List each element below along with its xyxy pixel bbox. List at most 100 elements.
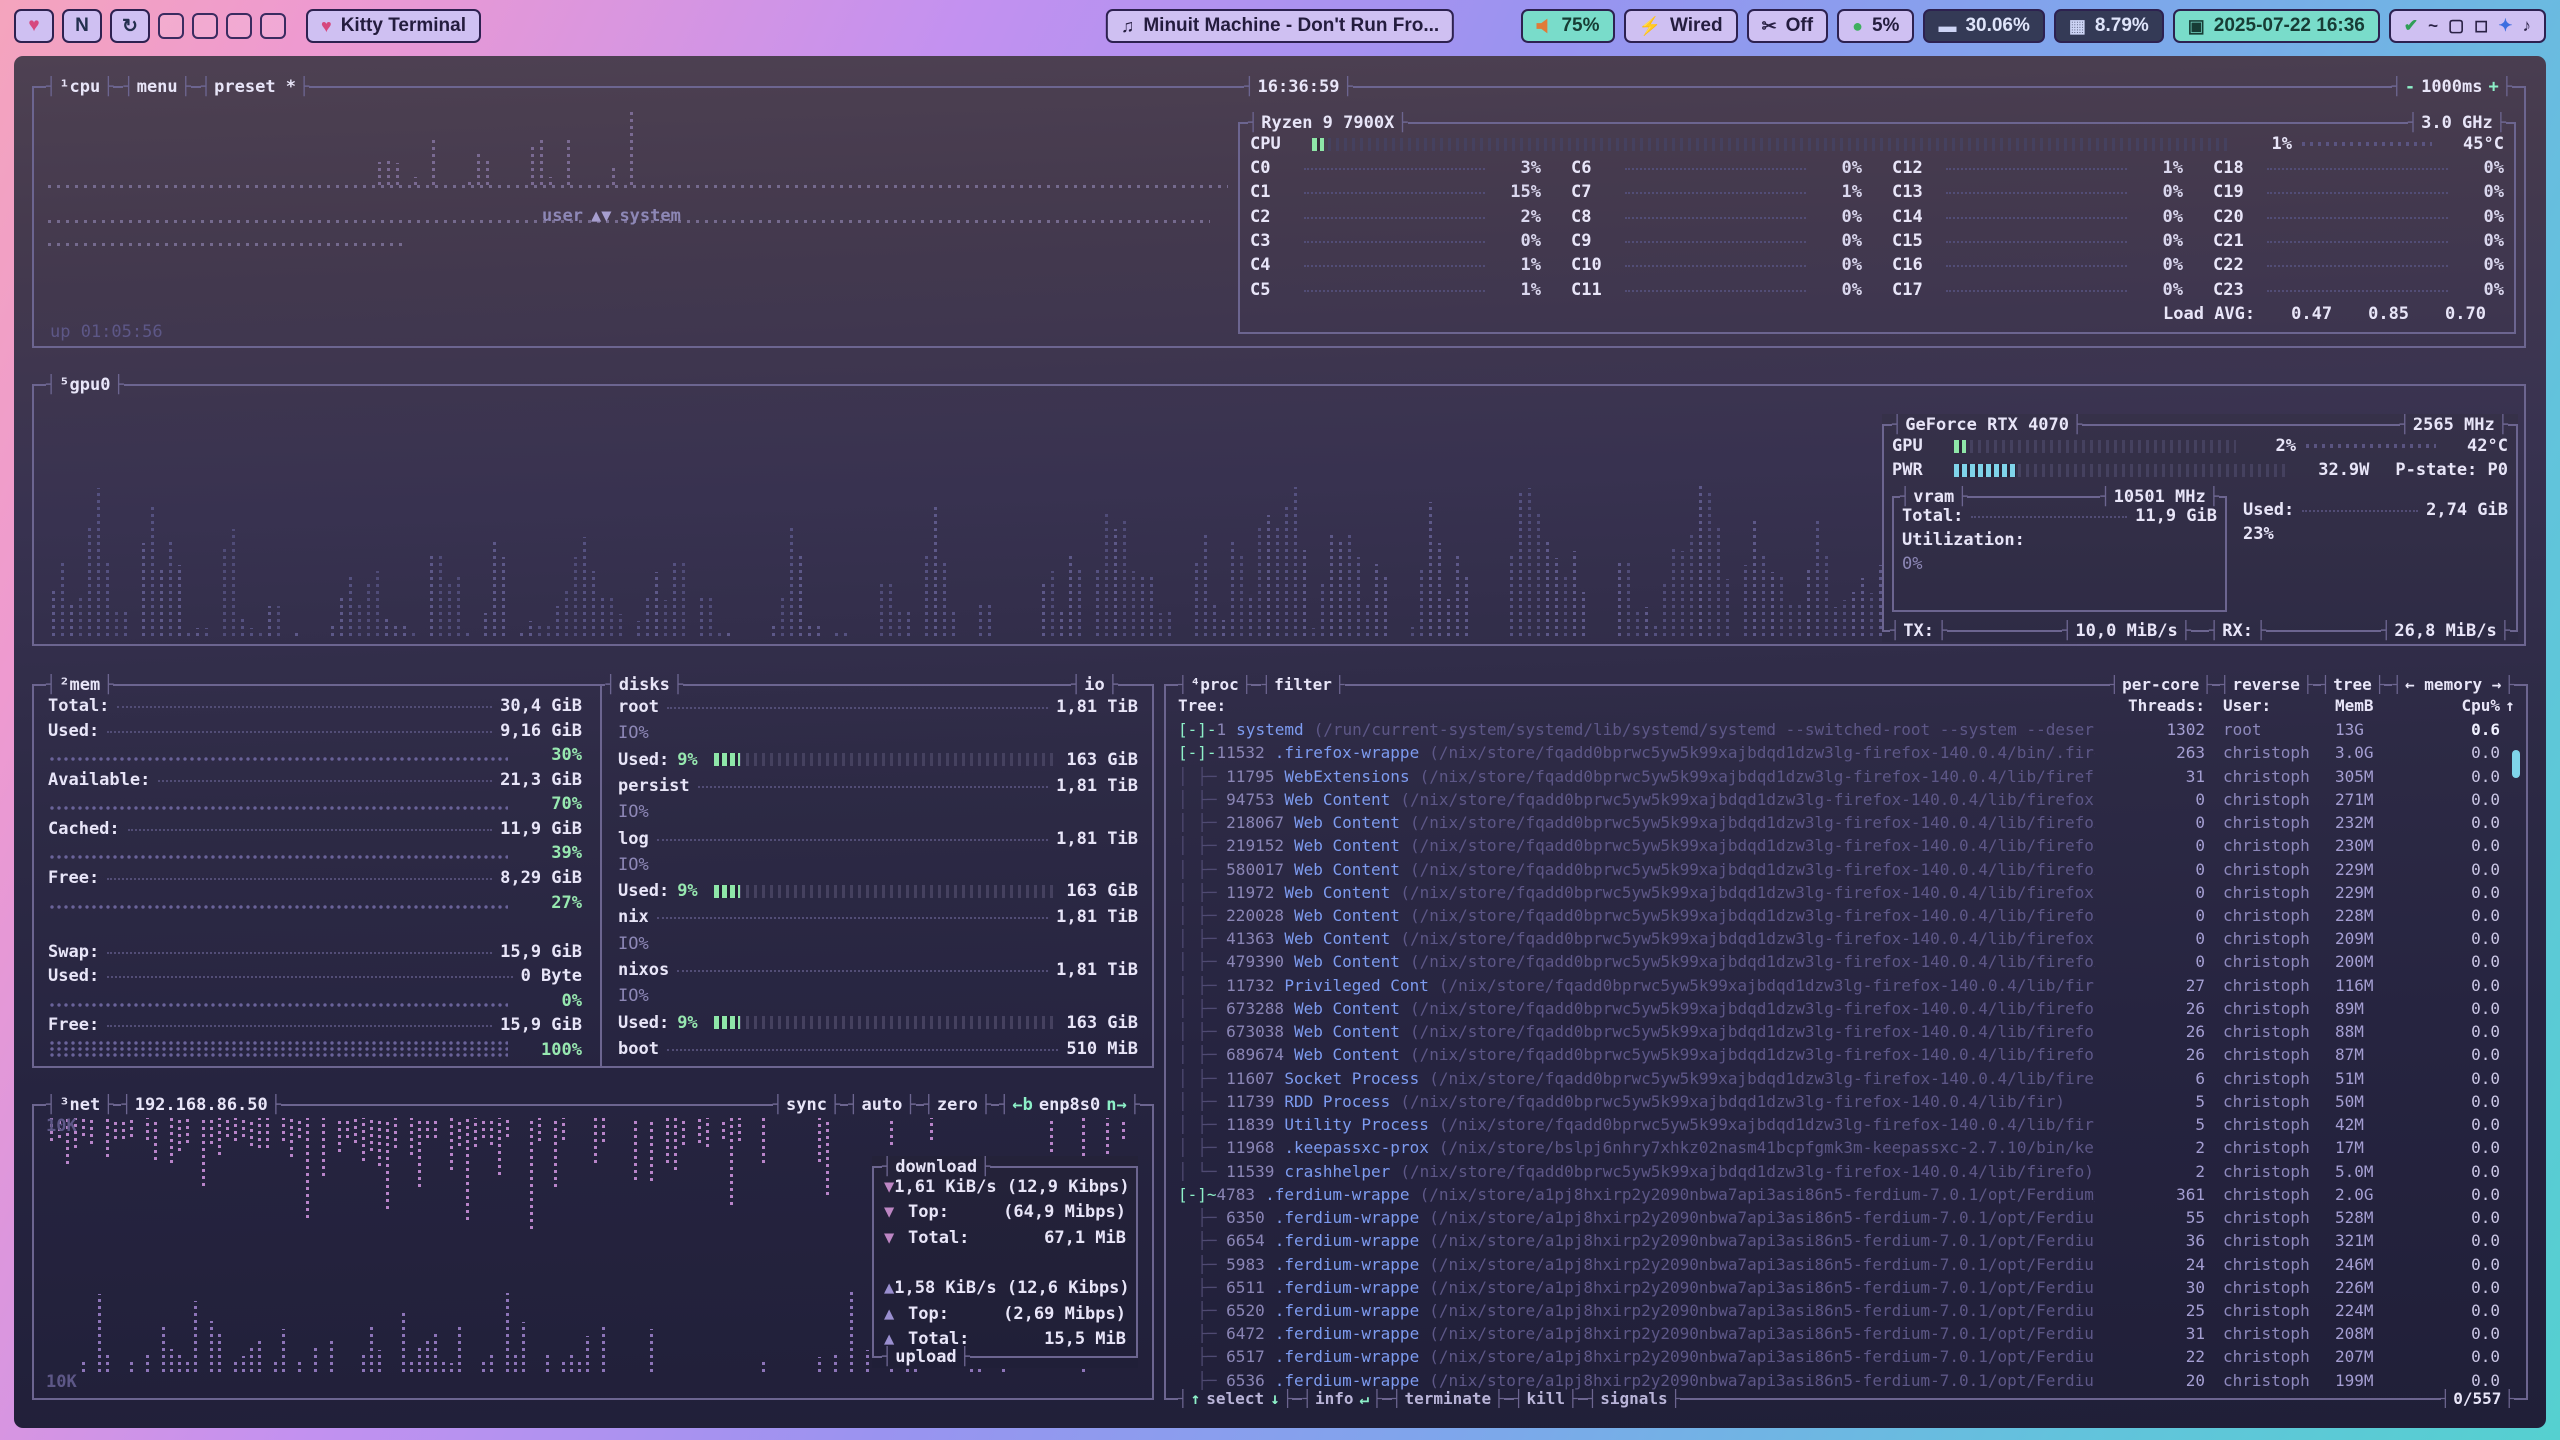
net-auto-button[interactable]: ┤auto├ xyxy=(848,1094,915,1116)
process-row[interactable]: [-]-11532.firefox-wrappe(/nix/store/fqad… xyxy=(1178,741,2520,764)
process-cmd: (/nix/store/a1pj8hxirp2y2090nbwa7api3asi… xyxy=(1420,1185,2095,1204)
process-row[interactable]: │ ├─ 11732Privileged Cont(/nix/store/fqa… xyxy=(1178,974,2520,997)
tray-icon-5[interactable]: ✦ xyxy=(2498,16,2512,36)
proc-title[interactable]: ┤⁴proc├ xyxy=(1178,674,1251,696)
network-pill[interactable]: ⚡Wired xyxy=(1624,9,1738,43)
sort-column-selector[interactable]: ┤← memory →├ xyxy=(2392,674,2514,696)
process-row[interactable]: │ ├─ 219152Web Content(/nix/store/fqadd0… xyxy=(1178,834,2520,857)
kill-button[interactable]: ┤kill├ xyxy=(1514,1388,1578,1410)
disk-usage-pill[interactable]: ▦8.79% xyxy=(2054,9,2164,43)
cpu-title[interactable]: ┤¹cpu├ xyxy=(46,76,113,98)
process-row[interactable]: │ ├─ 479390Web Content(/nix/store/fqadd0… xyxy=(1178,950,2520,973)
workspace-button-4[interactable] xyxy=(158,13,184,39)
process-cpu: 0.0 xyxy=(2430,1138,2500,1157)
preset-button[interactable]: ┤preset *├ xyxy=(201,76,309,98)
process-row[interactable]: │ ├─ 218067Web Content(/nix/store/fqadd0… xyxy=(1178,811,2520,834)
process-user: christoph xyxy=(2205,1231,2335,1250)
gpu-title[interactable]: ┤⁵gpu0├ xyxy=(46,374,124,396)
volume-pill[interactable]: 75% xyxy=(1521,9,1614,43)
cpu-load-pill[interactable]: ●5% xyxy=(1837,9,1914,43)
workspace-button-3[interactable]: ↻ xyxy=(110,9,150,43)
scroll-up-arrow[interactable]: ↑ xyxy=(2500,696,2520,715)
process-row[interactable]: │ ├─ 11968.keepassxc-prox(/nix/store/bsl… xyxy=(1178,1136,2520,1159)
process-row[interactable]: │ ├─ 11972Web Content(/nix/store/fqadd0b… xyxy=(1178,881,2520,904)
core-name: C4 xyxy=(1250,255,1296,275)
option-per-core[interactable]: ┤per-core├ xyxy=(2110,674,2212,696)
menu-button[interactable]: ┤menu├ xyxy=(123,76,190,98)
select-buttons[interactable]: ┤↑select↓├ xyxy=(1178,1388,1292,1410)
memory-usage-pill[interactable]: ▬30.06% xyxy=(1923,9,2044,43)
workspace-button-7[interactable] xyxy=(260,13,286,39)
process-row[interactable]: │ ├─ 673038Web Content(/nix/store/fqadd0… xyxy=(1178,1020,2520,1043)
core-row: C41% xyxy=(1250,253,1541,277)
tray-icon-4[interactable]: ◻ xyxy=(2474,16,2488,36)
process-pid: 4783 xyxy=(1217,1185,1256,1204)
core-column: C03%C115%C22%C30%C41%C51% xyxy=(1250,156,1541,302)
process-row[interactable]: │ ├─ 673288Web Content(/nix/store/fqadd0… xyxy=(1178,997,2520,1020)
process-row[interactable]: ├─ 6517.ferdium-wrappe(/nix/store/a1pj8h… xyxy=(1178,1345,2520,1368)
process-command-cell: [-]-1systemd(/run/current-system/systemd… xyxy=(1178,720,2095,739)
process-user: christoph xyxy=(2205,1255,2335,1274)
process-command-cell: [-]~4783.ferdium-wrappe(/nix/store/a1pj8… xyxy=(1178,1185,2095,1204)
process-row[interactable]: │ ├─ 11739RDD Process(/nix/store/fqadd0b… xyxy=(1178,1090,2520,1113)
system-tray[interactable]: ✔ ~ ▢ ◻ ✦ ♪ xyxy=(2389,9,2546,43)
process-row[interactable]: ├─ 6350.ferdium-wrappe(/nix/store/a1pj8h… xyxy=(1178,1206,2520,1229)
net-zero-button[interactable]: ┤zero├ xyxy=(924,1094,991,1116)
process-row[interactable]: │ ├─ 41363Web Content(/nix/store/fqadd0b… xyxy=(1178,927,2520,950)
terminate-button[interactable]: ┤terminate├ xyxy=(1392,1388,1504,1410)
process-row[interactable]: │ ├─ 220028Web Content(/nix/store/fqadd0… xyxy=(1178,904,2520,927)
workspace-button-6[interactable] xyxy=(226,13,252,39)
net-interface-switch[interactable]: ┤←benp8s0n→├ xyxy=(999,1094,1140,1116)
process-row[interactable]: │ ├─ 11607Socket Process(/nix/store/fqad… xyxy=(1178,1067,2520,1090)
process-row[interactable]: [-]-1systemd(/run/current-system/systemd… xyxy=(1178,718,2520,741)
filter-button[interactable]: ┤filter├ xyxy=(1261,674,1344,696)
cpu-usage-meter xyxy=(1312,138,2232,151)
net-title[interactable]: ┤³net├ xyxy=(46,1094,113,1116)
process-row[interactable]: │ ├─ 94753Web Content(/nix/store/fqadd0b… xyxy=(1178,788,2520,811)
window-button-kitty[interactable]: ♥ Kitty Terminal xyxy=(306,9,481,43)
disk-used-percent: 9% xyxy=(677,750,697,770)
interval-increase-button[interactable]: + xyxy=(2486,76,2502,98)
io-mode-button[interactable]: ┤io├ xyxy=(1071,674,1118,696)
process-row[interactable]: ├─ 6511.ferdium-wrappe(/nix/store/a1pj8h… xyxy=(1178,1276,2520,1299)
workspace-switcher: ♥N↻ xyxy=(14,9,286,43)
process-command-cell: │ ├─ 673288Web Content(/nix/store/fqadd0… xyxy=(1178,999,2095,1018)
process-user: christoph xyxy=(2205,1138,2335,1157)
mem-title[interactable]: ┤²mem├ xyxy=(46,674,113,696)
process-row[interactable]: [-]~4783.ferdium-wrappe(/nix/store/a1pj8… xyxy=(1178,1183,2520,1206)
process-row[interactable]: ├─ 6472.ferdium-wrappe(/nix/store/a1pj8h… xyxy=(1178,1322,2520,1345)
process-row[interactable]: ├─ 6520.ferdium-wrappe(/nix/store/a1pj8h… xyxy=(1178,1299,2520,1322)
media-player-button[interactable]: ♫ Minuit Machine - Don't Run Fro... xyxy=(1106,9,1454,43)
disks-title[interactable]: ┤disks├ xyxy=(605,674,683,696)
signals-button[interactable]: ┤signals├ xyxy=(1588,1388,1681,1410)
interval-decrease-button[interactable]: - xyxy=(2402,76,2418,98)
disk-name: persist xyxy=(618,776,690,796)
option-reverse[interactable]: ┤reverse├ xyxy=(2220,674,2313,696)
process-command-cell: │ ├─ 41363Web Content(/nix/store/fqadd0b… xyxy=(1178,929,2095,948)
disk-used-value: 163 GiB xyxy=(1066,750,1138,770)
tray-icon-6[interactable]: ♪ xyxy=(2523,16,2532,36)
workspace-button-5[interactable] xyxy=(192,13,218,39)
datetime-pill[interactable]: ▣2025-07-22 16:36 xyxy=(2173,9,2380,43)
process-row[interactable]: ├─ 5983.ferdium-wrappe(/nix/store/a1pj8h… xyxy=(1178,1252,2520,1275)
tray-icon-2[interactable]: ~ xyxy=(2428,16,2438,36)
net-sync-button[interactable]: ┤sync├ xyxy=(773,1094,840,1116)
process-scrollbar[interactable] xyxy=(2512,750,2520,778)
process-row[interactable]: │ ├─ 11839Utility Process(/nix/store/fqa… xyxy=(1178,1113,2520,1136)
workspace-button-2[interactable]: N xyxy=(62,9,102,43)
process-row[interactable]: │ └─ 11539crashhelper(/nix/store/fqadd0b… xyxy=(1178,1159,2520,1182)
process-row[interactable]: │ ├─ 689674Web Content(/nix/store/fqadd0… xyxy=(1178,1043,2520,1066)
process-row[interactable]: │ ├─ 580017Web Content(/nix/store/fqadd0… xyxy=(1178,857,2520,880)
process-row[interactable]: ├─ 6654.ferdium-wrappe(/nix/store/a1pj8h… xyxy=(1178,1229,2520,1252)
info-button[interactable]: ┤info↵├ xyxy=(1302,1388,1381,1410)
process-name: Privileged Cont xyxy=(1284,976,1429,995)
process-name: WebExtensions xyxy=(1284,767,1409,786)
core-graph xyxy=(2267,234,2448,243)
tray-icon-3[interactable]: ▢ xyxy=(2448,16,2464,36)
process-row[interactable]: │ ├─ 11795WebExtensions(/nix/store/fqadd… xyxy=(1178,764,2520,787)
toggle-off-pill[interactable]: ✂Off xyxy=(1747,9,1829,43)
workspace-button-1[interactable]: ♥ xyxy=(14,9,54,43)
option-tree[interactable]: ┤tree├ xyxy=(2321,674,2385,696)
update-interval-control[interactable]: ┤-1000ms+├ xyxy=(2392,76,2512,98)
tray-icon-1[interactable]: ✔ xyxy=(2404,16,2418,36)
